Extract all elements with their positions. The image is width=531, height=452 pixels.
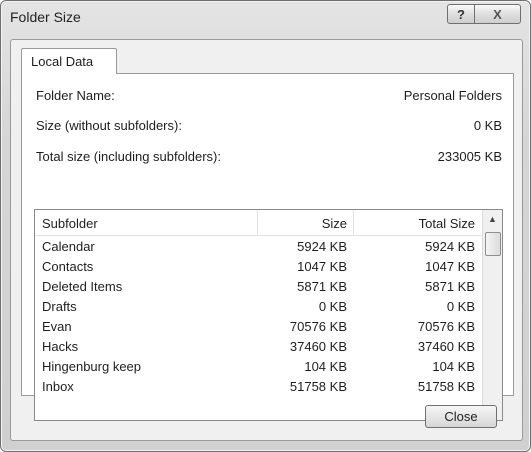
subfolder-name-cell: Hacks [42,339,79,354]
list-body: Calendar 5924 KB 5924 KB Contacts 1047 KB 104… [35,236,482,396]
subfolder-name-cell: Drafts [42,299,77,314]
size-label: Size (without subfolders): [36,118,182,133]
table-row[interactable]: Evan 70576 KB 70576 KB [35,316,482,336]
table-row[interactable]: Hacks 37460 KB 37460 KB [35,336,482,356]
title-bar[interactable]: Folder Size ? X [1,1,530,31]
size-value: 0 KB [473,118,502,133]
total-size-cell: 1047 KB [425,259,475,274]
scroll-up-icon[interactable]: ▲ [483,210,502,228]
column-header-subfolder[interactable]: Subfolder [42,216,98,231]
subfolder-name-cell: Deleted Items [42,279,123,294]
size-cell: 0 KB [318,299,347,314]
help-icon: ? [457,6,465,22]
total-size-label: Total size (including subfolders): [36,149,221,164]
table-row[interactable]: Drafts 0 KB 0 KB [35,296,482,316]
subfolder-name-cell: Hingenburg keep [42,359,142,374]
vertical-scrollbar[interactable]: ▲ ▼ [482,210,502,420]
total-size-cell: 5924 KB [425,239,475,254]
subfolder-name-cell: Inbox [42,379,74,394]
size-cell: 5924 KB [297,239,347,254]
tab-local-data[interactable]: Local Data [21,48,117,74]
total-size-cell: 51758 KB [417,379,475,394]
table-row[interactable]: Inbox 51758 KB 51758 KB [35,376,482,396]
column-divider[interactable] [257,210,258,235]
window-title: Folder Size [10,9,81,25]
subfolder-name-cell: Evan [42,319,72,334]
total-size-row: Total size (including subfolders): 23300… [36,149,502,167]
total-size-cell: 37460 KB [417,339,475,354]
folder-name-row: Folder Name: Personal Folders [36,88,502,106]
folder-name-value: Personal Folders [403,88,502,103]
scrollbar-thumb[interactable] [485,232,501,256]
size-row: Size (without subfolders): 0 KB [36,118,502,136]
table-row[interactable]: Deleted Items 5871 KB 5871 KB [35,276,482,296]
size-cell: 1047 KB [297,259,347,274]
total-size-cell: 104 KB [432,359,475,374]
size-cell: 104 KB [304,359,347,374]
total-size-cell: 0 KB [446,299,475,314]
close-icon: X [493,6,502,22]
subfolder-list[interactable]: Subfolder Size Total Size Calendar 5924 K… [34,209,503,421]
table-row[interactable]: Calendar 5924 KB 5924 KB [35,236,482,256]
size-cell: 51758 KB [289,379,347,394]
column-divider[interactable] [353,210,354,235]
total-size-cell: 5871 KB [425,279,475,294]
dialog-body: Local Data Folder Name: Personal Folders… [10,39,523,441]
total-size-value: 233005 KB [437,149,502,164]
folder-name-label: Folder Name: [36,88,115,103]
column-header-size[interactable]: Size [322,216,347,231]
size-cell: 5871 KB [297,279,347,294]
total-size-cell: 70576 KB [417,319,475,334]
close-button[interactable]: Close [425,405,497,428]
help-button[interactable]: ? [447,4,475,24]
table-row[interactable]: Hingenburg keep 104 KB 104 KB [35,356,482,376]
table-row[interactable]: Contacts 1047 KB 1047 KB [35,256,482,276]
subfolder-name-cell: Calendar [42,239,95,254]
list-header: Subfolder Size Total Size [35,210,482,236]
tab-page-local-data: Folder Name: Personal Folders Size (with… [21,73,514,421]
column-header-total-size[interactable]: Total Size [419,216,475,231]
size-cell: 37460 KB [289,339,347,354]
window-close-button[interactable]: X [474,4,521,24]
folder-size-dialog: Folder Size ? X Local Data Folder Name: … [0,0,531,452]
subfolder-name-cell: Contacts [42,259,94,274]
size-cell: 70576 KB [289,319,347,334]
